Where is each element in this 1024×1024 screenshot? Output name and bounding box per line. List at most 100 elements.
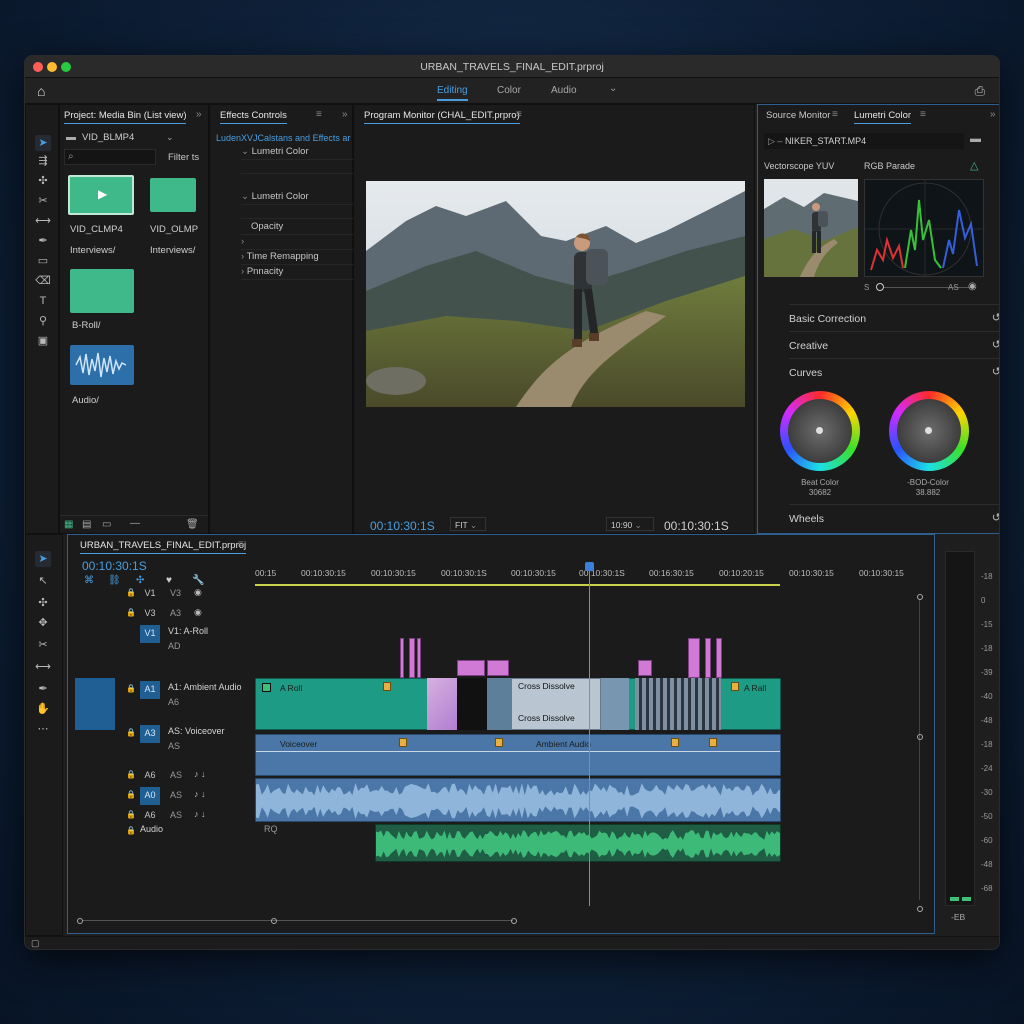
zoom-slider[interactable]: — (130, 518, 140, 529)
tab-lumetri-color[interactable]: Lumetri Color (854, 110, 912, 124)
track-header[interactable]: 🔒 A3 AS: Voiceover AS (98, 725, 278, 751)
resolution-dropdown[interactable]: 10:90 ⌄ (606, 517, 654, 531)
panel-menu-icon[interactable]: ≡ (920, 109, 926, 120)
source-thumbnail[interactable] (764, 179, 858, 277)
freeform-view-icon[interactable]: ▭ (102, 519, 111, 530)
panel-menu-icon[interactable]: ≡ (316, 109, 322, 120)
keyframe-marker[interactable] (399, 738, 407, 747)
transition-marker[interactable] (688, 638, 700, 678)
folder-selector[interactable]: VID_BLMP4 (82, 132, 134, 143)
bin-item-video-thumb[interactable]: ▶ (68, 175, 134, 215)
track-header[interactable]: 🔒 A1 A1: Ambient Audio A6 (98, 681, 278, 707)
effect-row[interactable]: ↺ (241, 160, 365, 174)
program-video-frame[interactable] (366, 181, 745, 407)
timeline-vertical-scrollbar[interactable] (917, 594, 923, 914)
track-source[interactable]: AS (170, 810, 182, 820)
clip-voiceover-waveform[interactable] (255, 778, 781, 822)
eraser-icon[interactable]: ⌫ (35, 273, 51, 289)
track-source[interactable]: A3 (170, 608, 181, 618)
type-tool-icon[interactable]: T (35, 293, 51, 309)
mute-icon[interactable]: ♪ ↓ (194, 809, 206, 819)
reset-icon[interactable]: ↺ (992, 365, 999, 378)
lock-icon[interactable]: 🔒 (126, 826, 136, 835)
scroll-handle[interactable] (917, 734, 923, 740)
transition-marker[interactable] (400, 638, 404, 678)
selection-tool-icon[interactable]: ➤ (35, 551, 51, 567)
clip-b-roll[interactable] (601, 678, 629, 730)
black-video[interactable] (457, 678, 487, 730)
effect-row[interactable]: › Time Remapping↺ (241, 251, 365, 265)
transition-marker[interactable] (705, 638, 711, 678)
status-icon[interactable]: ▢ (31, 938, 40, 949)
trash-icon[interactable]: 🗑 (186, 519, 199, 530)
scroll-handle[interactable] (917, 594, 923, 600)
folder-icon[interactable]: ▬ (970, 133, 981, 145)
effect-row[interactable]: Opacity↺ (241, 221, 365, 235)
panel-collapse-icon[interactable]: » (342, 109, 348, 120)
track-header[interactable]: 🔒 V3 A3 ◉ (98, 605, 278, 625)
transition-marker[interactable] (638, 660, 652, 676)
track-target[interactable]: A3 (140, 725, 160, 743)
export-icon[interactable]: ⎙ (975, 83, 985, 99)
effect-row[interactable]: ↺ (241, 205, 365, 219)
tab-timeline[interactable]: URBAN_TRAVELS_FINAL_EDIT.prproj (80, 540, 247, 554)
playhead-handle[interactable] (585, 562, 594, 571)
lock-icon[interactable]: 🔒 (126, 728, 136, 737)
transition-marker[interactable] (716, 638, 722, 678)
workspace-tab-color[interactable]: Color (497, 85, 521, 96)
lock-icon[interactable]: 🔒 (126, 770, 136, 779)
eyedropper-icon[interactable]: ⚲ (35, 313, 51, 329)
clip-ambient-audio[interactable]: Voiceover Ambient Audio (255, 734, 781, 776)
toggle-output-icon[interactable]: ◉ (194, 607, 202, 618)
chevron-down-icon[interactable]: ⌄ (166, 132, 174, 143)
track-header[interactable]: V1 V1: A-Roll AD (98, 625, 278, 651)
keyframe-marker[interactable] (495, 738, 503, 747)
track-source[interactable]: V3 (170, 588, 181, 598)
ripple-edit-icon[interactable]: ✣ (35, 595, 51, 611)
track-header[interactable]: 🔒 A6 AS ♪ ↓ (98, 767, 278, 787)
scroll-handle[interactable] (511, 918, 517, 924)
section-creative[interactable]: Creative ↺ (789, 331, 999, 357)
mute-icon[interactable]: ♪ ↓ (194, 769, 206, 779)
workspace-tab-audio[interactable]: Audio (551, 85, 577, 96)
panel-menu-icon[interactable]: ≡ (832, 109, 838, 120)
section-curves[interactable]: Curves ↺ (789, 358, 999, 384)
lock-icon[interactable]: 🔒 (126, 588, 136, 597)
chevron-down-icon[interactable]: ⌄ (609, 83, 617, 94)
track-header[interactable]: 🔒 Audio RQ (98, 823, 278, 843)
keyframe-marker[interactable] (709, 738, 717, 747)
volume-line[interactable] (256, 751, 780, 752)
track-target[interactable]: V3 (140, 605, 160, 623)
more-tools-icon[interactable]: ⋯ (35, 721, 51, 737)
list-view-icon[interactable]: ▦ (64, 519, 73, 530)
reset-icon[interactable]: ↺ (992, 311, 999, 324)
scope-slider[interactable] (876, 283, 976, 291)
search-input[interactable]: ⌕ (64, 149, 156, 165)
toggle-output-icon[interactable]: ◉ (194, 587, 202, 598)
lock-icon[interactable]: 🔒 (126, 608, 136, 617)
effects-link[interactable]: LudenXVJCalstans and Effects ar (216, 133, 352, 143)
folder-icon[interactable] (150, 178, 196, 212)
clip-music-audio[interactable] (375, 824, 781, 862)
tab-source-monitor[interactable]: Source Monitor (766, 110, 830, 121)
rolling-edit-icon[interactable]: ✥ (35, 615, 51, 631)
slip-tool-icon[interactable]: ⟷ (35, 659, 51, 675)
track-header[interactable]: 🔒 V1 V3 ◉ (98, 585, 278, 605)
track-target[interactable]: V1 (140, 585, 160, 603)
keyframe-marker[interactable] (383, 682, 391, 691)
icon-view-icon[interactable]: ▤ (82, 519, 91, 530)
pen-tool-icon[interactable]: ✒ (35, 233, 51, 249)
mute-icon[interactable]: ♪ ↓ (194, 789, 206, 799)
slip-tool-icon[interactable]: ⟷ (35, 213, 51, 229)
lock-icon[interactable]: 🔒 (126, 790, 136, 799)
timeline-horizontal-scrollbar[interactable] (77, 918, 517, 924)
panel-menu-icon[interactable]: ≡ (238, 539, 244, 550)
track-header[interactable]: 🔒 A0 AS ♪ ↓ (98, 787, 278, 807)
scroll-handle[interactable] (917, 906, 923, 912)
track-target[interactable]: A1 (140, 681, 160, 699)
keyframe-marker[interactable] (731, 682, 739, 691)
transition-marker[interactable] (409, 638, 415, 678)
audio-waveform-icon[interactable] (70, 345, 134, 385)
effect-row[interactable]: › Pnnacity↺ (241, 266, 365, 280)
timeline-playhead[interactable] (589, 566, 590, 906)
